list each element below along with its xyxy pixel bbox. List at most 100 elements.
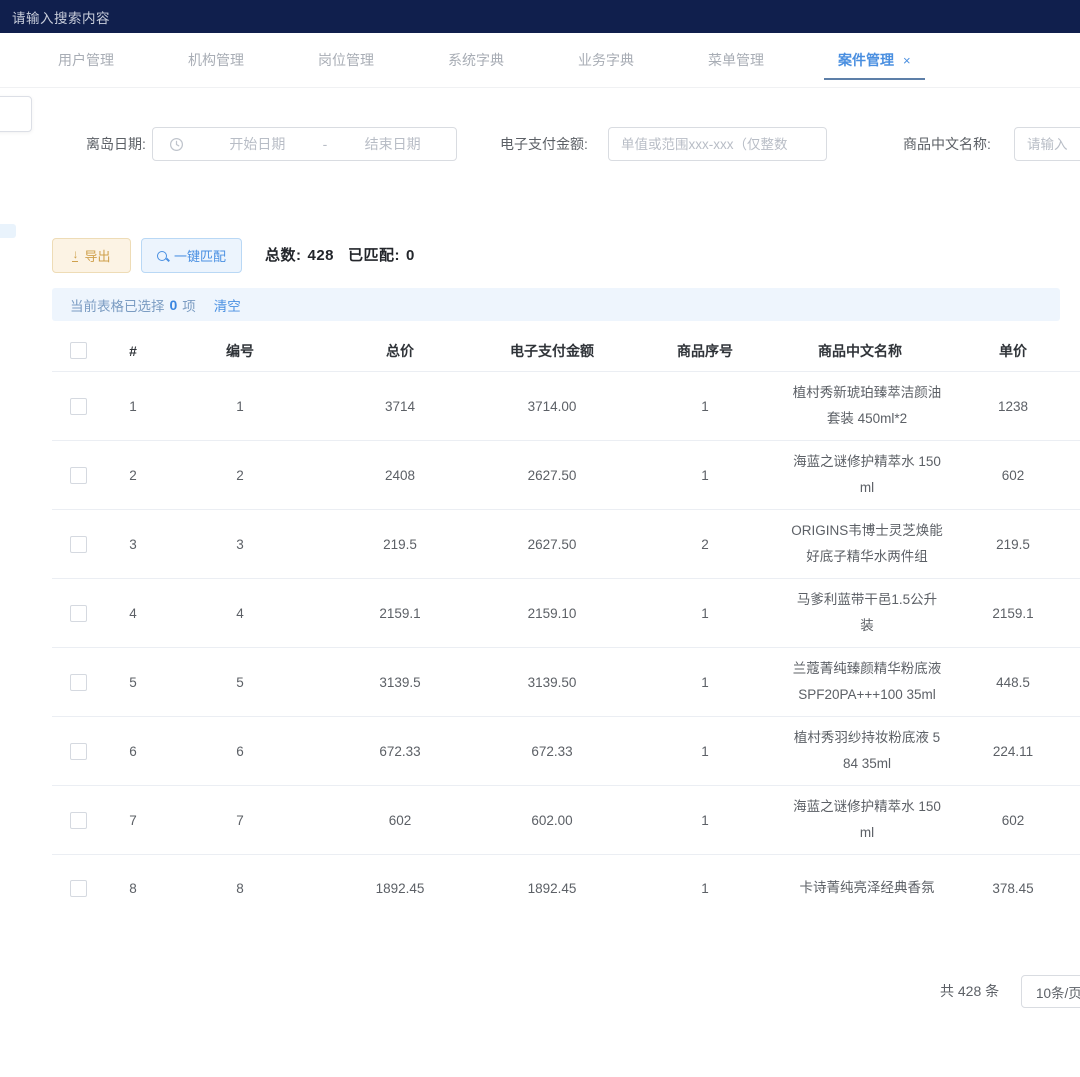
tab-bar: 用户管理 机构管理 岗位管理 系统字典 业务字典 菜单管理 案件管理 × bbox=[0, 33, 1080, 88]
date-separator: - bbox=[321, 136, 330, 152]
cell-code: 1 bbox=[161, 391, 319, 422]
cell-item-no: 1 bbox=[623, 598, 787, 629]
row-checkbox[interactable] bbox=[70, 743, 87, 760]
col-header-unit-price: 单价 bbox=[933, 333, 1080, 369]
page-size-select[interactable]: 10条/页 bbox=[1021, 975, 1080, 1008]
col-header-code: 编号 bbox=[161, 333, 319, 369]
cell-epay: 3714.00 bbox=[481, 391, 623, 422]
row-checkbox[interactable] bbox=[70, 467, 87, 484]
cell-total: 2159.1 bbox=[319, 598, 481, 629]
date-range-picker[interactable]: 开始日期 - 结束日期 bbox=[152, 127, 457, 161]
selection-count: 0 bbox=[170, 297, 178, 313]
cell-total: 2408 bbox=[319, 460, 481, 491]
cell-code: 3 bbox=[161, 529, 319, 560]
cell-epay: 3139.50 bbox=[481, 667, 623, 698]
row-checkbox[interactable] bbox=[70, 674, 87, 691]
total-label: 总数: bbox=[265, 247, 302, 264]
cell-unit-price: 602 bbox=[933, 805, 1080, 836]
row-checkbox[interactable] bbox=[70, 880, 87, 897]
tab-menu-management[interactable]: 菜单管理 bbox=[694, 47, 778, 80]
cell-total: 3139.5 bbox=[319, 667, 481, 698]
cell-total: 1892.45 bbox=[319, 873, 481, 904]
cell-name: 海蓝之谜修护精萃水 150ml bbox=[791, 794, 943, 846]
table-row: 5 5 3139.5 3139.50 1 兰蔻菁纯臻颜精华粉底液SPF20PA+… bbox=[52, 648, 1080, 717]
cell-item-no: 1 bbox=[623, 736, 787, 767]
cell-item-no: 1 bbox=[623, 460, 787, 491]
cell-total: 3714 bbox=[319, 391, 481, 422]
matched-label: 已匹配: bbox=[348, 247, 400, 264]
close-icon[interactable]: × bbox=[903, 53, 911, 68]
clock-icon bbox=[169, 137, 184, 152]
download-icon: ↓ bbox=[72, 249, 78, 262]
cell-index: 2 bbox=[105, 460, 161, 491]
cell-unit-price: 448.5 bbox=[933, 667, 1080, 698]
cell-index: 3 bbox=[105, 529, 161, 560]
tab-post-management[interactable]: 岗位管理 bbox=[304, 47, 388, 80]
match-button-label: 一键匹配 bbox=[174, 246, 226, 265]
case-table: # 编号 总价 电子支付金额 商品序号 商品中文名称 单价 1 1 3714 3… bbox=[52, 330, 1080, 905]
col-header-index: # bbox=[105, 335, 161, 367]
col-header-name: 商品中文名称 bbox=[787, 333, 933, 369]
tab-user-management[interactable]: 用户管理 bbox=[44, 47, 128, 80]
table-header-row: # 编号 总价 电子支付金额 商品序号 商品中文名称 单价 bbox=[52, 330, 1080, 372]
epay-amount-label: 电子支付金额: bbox=[500, 127, 588, 161]
tab-case-management[interactable]: 案件管理 × bbox=[824, 47, 925, 80]
cell-epay: 602.00 bbox=[481, 805, 623, 836]
cell-index: 5 bbox=[105, 667, 161, 698]
cell-epay: 2627.50 bbox=[481, 529, 623, 560]
table-row: 2 2 2408 2627.50 1 海蓝之谜修护精萃水 150ml 602 bbox=[52, 441, 1080, 510]
tab-case-management-label: 案件管理 bbox=[838, 52, 894, 68]
cell-code: 7 bbox=[161, 805, 319, 836]
selection-suffix: 项 bbox=[182, 295, 196, 315]
cell-index: 8 bbox=[105, 873, 161, 904]
top-navbar: 请输入搜索内容 bbox=[0, 0, 1080, 33]
search-icon bbox=[157, 251, 167, 261]
cell-name: 兰蔻菁纯臻颜精华粉底液SPF20PA+++100 35ml bbox=[791, 656, 943, 708]
pagination-total: 共 428 条 bbox=[940, 981, 999, 1001]
clipped-panel-fragment bbox=[0, 96, 32, 132]
global-search-input[interactable]: 请输入搜索内容 bbox=[12, 7, 110, 27]
col-header-item-no: 商品序号 bbox=[623, 333, 787, 369]
tab-org-management[interactable]: 机构管理 bbox=[174, 47, 258, 80]
cell-unit-price: 602 bbox=[933, 460, 1080, 491]
table-row: 7 7 602 602.00 1 海蓝之谜修护精萃水 150ml 602 bbox=[52, 786, 1080, 855]
cell-index: 7 bbox=[105, 805, 161, 836]
table-row: 8 8 1892.45 1892.45 1 卡诗菁纯亮泽经典香氛 378.45 bbox=[52, 855, 1080, 905]
epay-amount-input[interactable] bbox=[608, 127, 827, 161]
end-date-placeholder: 结束日期 bbox=[329, 134, 456, 154]
row-checkbox[interactable] bbox=[70, 536, 87, 553]
tab-system-dict[interactable]: 系统字典 bbox=[434, 47, 518, 80]
cell-name: 马爹利蓝带干邑1.5公升装 bbox=[791, 587, 943, 639]
selection-prefix: 当前表格已选择 bbox=[70, 295, 165, 315]
clear-selection-link[interactable]: 清空 bbox=[214, 295, 241, 315]
cell-code: 5 bbox=[161, 667, 319, 698]
clipped-strip-fragment bbox=[0, 224, 16, 238]
cell-epay: 672.33 bbox=[481, 736, 623, 767]
col-header-epay: 电子支付金额 bbox=[481, 333, 623, 369]
tab-business-dict[interactable]: 业务字典 bbox=[564, 47, 648, 80]
row-checkbox[interactable] bbox=[70, 398, 87, 415]
select-all-checkbox[interactable] bbox=[70, 342, 87, 359]
cell-unit-price: 219.5 bbox=[933, 529, 1080, 560]
cell-unit-price: 1238 bbox=[933, 391, 1080, 422]
cell-code: 6 bbox=[161, 736, 319, 767]
cell-unit-price: 378.45 bbox=[933, 873, 1080, 904]
row-checkbox[interactable] bbox=[70, 812, 87, 829]
col-header-total: 总价 bbox=[319, 333, 481, 369]
cell-name: 植村秀新琥珀臻萃洁颜油套装 450ml*2 bbox=[791, 380, 943, 432]
cell-total: 672.33 bbox=[319, 736, 481, 767]
table-row: 6 6 672.33 672.33 1 植村秀羽纱持妆粉底液 584 35ml … bbox=[52, 717, 1080, 786]
export-button[interactable]: ↓ 导出 bbox=[52, 238, 131, 273]
table-row: 1 1 3714 3714.00 1 植村秀新琥珀臻萃洁颜油套装 450ml*2… bbox=[52, 372, 1080, 441]
table-row: 4 4 2159.1 2159.10 1 马爹利蓝带干邑1.5公升装 2159.… bbox=[52, 579, 1080, 648]
selection-info-bar: 当前表格已选择 0 项 清空 bbox=[52, 288, 1060, 321]
cell-item-no: 2 bbox=[623, 529, 787, 560]
cell-code: 8 bbox=[161, 873, 319, 904]
total-value: 428 bbox=[308, 247, 335, 264]
cell-item-no: 1 bbox=[623, 805, 787, 836]
row-checkbox[interactable] bbox=[70, 605, 87, 622]
product-name-input[interactable] bbox=[1014, 127, 1080, 161]
one-click-match-button[interactable]: 一键匹配 bbox=[141, 238, 242, 273]
cell-item-no: 1 bbox=[623, 391, 787, 422]
totals-summary: 总数:428已匹配:0 bbox=[265, 238, 429, 273]
